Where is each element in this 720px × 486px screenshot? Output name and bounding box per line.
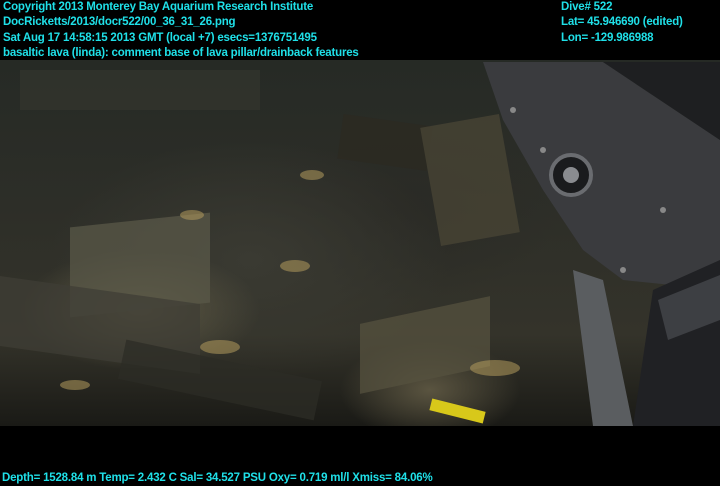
file-path-text: DocRicketts/2013/docr522/00_36_31_26.png [3,16,236,28]
copyright-text: Copyright 2013 Monterey Bay Aquarium Res… [3,1,314,13]
latitude-text: Lat= 45.946690 (edited) [561,16,683,28]
longitude-text: Lon= -129.986988 [561,32,654,44]
seafloor-photo [0,60,720,426]
sensor-readout-text: Depth= 1528.84 m Temp= 2.432 C Sal= 34.5… [2,472,433,484]
comment-text: basaltic lava (linda): comment base of l… [3,47,359,59]
video-frame: Copyright 2013 Monterey Bay Aquarium Res… [0,0,720,486]
timestamp-text: Sat Aug 17 14:58:15 2013 GMT (local +7) … [3,32,317,44]
rov-manipulator-arm [483,62,720,426]
yellow-marker [429,398,486,424]
dive-number-text: Dive# 522 [561,1,613,13]
